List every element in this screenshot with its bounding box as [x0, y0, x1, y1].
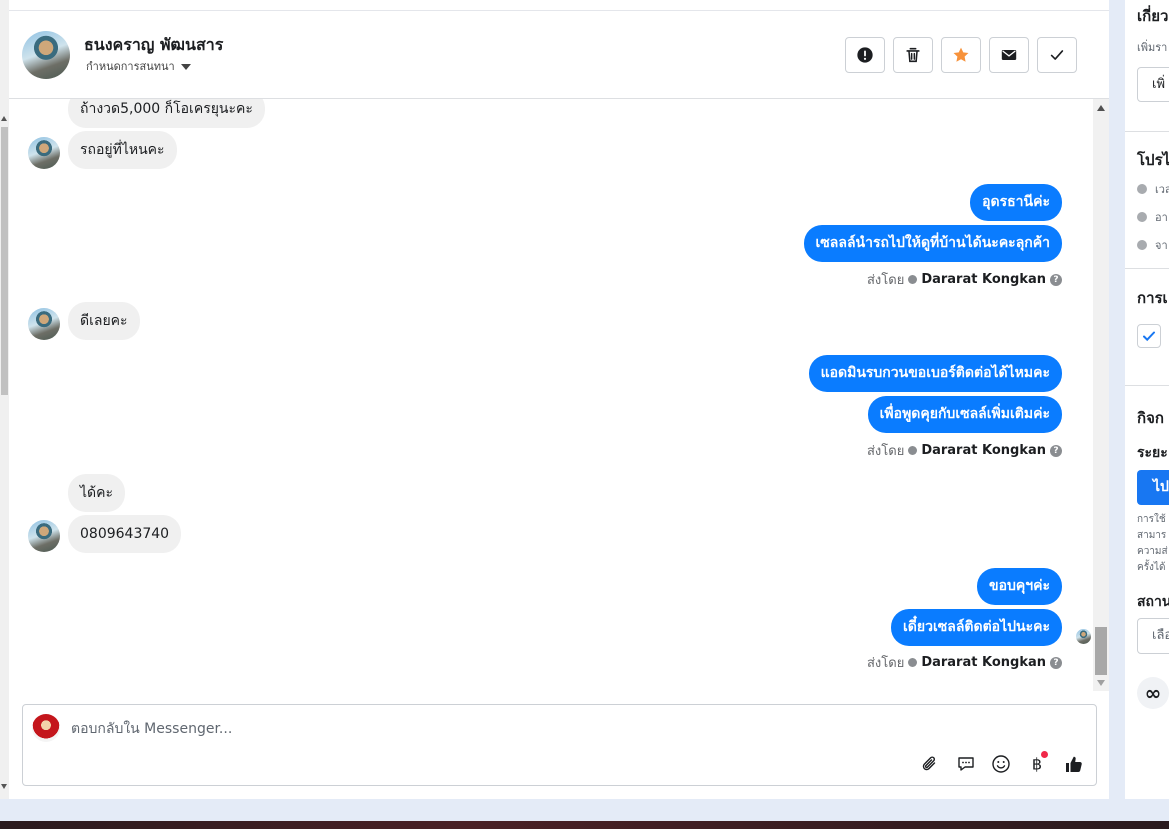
profile-row-label: เวล	[1155, 183, 1169, 196]
schedule-label: กำหนดการสนทนา	[86, 60, 175, 73]
sent-by-agent: Dararat Kongkan	[921, 443, 1046, 458]
check-icon	[1143, 331, 1155, 342]
incoming-message: ได้คะ	[68, 474, 126, 512]
help-icon[interactable]: ?	[1050, 444, 1062, 457]
star-icon	[953, 47, 969, 62]
agent-status-icon	[908, 658, 918, 667]
help-icon[interactable]: ?	[1050, 273, 1062, 286]
status-select[interactable]: เลือ	[1137, 618, 1169, 654]
divider	[1125, 385, 1169, 386]
page-scroll-thumb[interactable]	[1, 127, 8, 395]
conversation-panel: ธนงคราญ พัฒนสาร กำหนดการสนทนา ถ้างวด5,00…	[9, 0, 1109, 799]
taskbar	[0, 821, 1169, 829]
profile-row-label: อา	[1155, 211, 1168, 224]
done-button[interactable]	[1037, 37, 1077, 73]
about-heading: เกี่ยว	[1137, 7, 1169, 25]
add-about-button[interactable]: เพิ่	[1137, 67, 1169, 102]
emoji-icon	[992, 755, 1010, 773]
location-pin-icon	[1137, 240, 1147, 250]
contact-avatar[interactable]	[22, 31, 70, 79]
clock-icon	[1137, 184, 1147, 194]
thumbs-up-icon	[1066, 756, 1082, 772]
sent-by-label: ส่งโดย	[866, 444, 905, 459]
contact-avatar-small	[28, 308, 60, 340]
go-button[interactable]: ไป	[1137, 470, 1169, 505]
thread-scroll-down-arrow[interactable]	[1097, 680, 1105, 686]
outgoing-message: เซลลล์นำรถไปให้ดูที่บ้านได้นะคะลุกค้า	[803, 225, 1062, 262]
contact-avatar-small	[28, 520, 60, 552]
message-thread[interactable]: ถ้างวด5,000 ก็โอเครยุนะคะ รถอยู่ที่ไหนคะ…	[9, 99, 1093, 691]
tasks-description: การใช้ สามาร ความส่ ครั้งได้	[1137, 514, 1168, 573]
mark-unread-button[interactable]	[989, 37, 1029, 73]
star-button[interactable]	[941, 37, 981, 73]
contact-name[interactable]: ธนงคราญ พัฒนสาร	[84, 33, 223, 58]
divider	[1125, 268, 1169, 269]
profile-row-origin: จา	[1137, 236, 1168, 254]
paperclip-icon	[922, 756, 936, 771]
outgoing-message: เดี๋ยวเซลล์ติดต่อไปนะคะ	[891, 609, 1062, 646]
sent-by-agent: Dararat Kongkan	[921, 272, 1046, 287]
thread-scrollbar[interactable]	[1093, 99, 1109, 691]
saved-reply-icon	[958, 757, 974, 771]
activity-heading: การเ	[1137, 289, 1168, 307]
page-scrollbar[interactable]	[0, 0, 9, 799]
period-label: ระยะ	[1137, 445, 1168, 461]
agent-status-icon	[908, 446, 918, 455]
tasks-heading: กิจก	[1137, 409, 1164, 427]
contact-details-panel: เกี่ยว เพิ่มรา เพิ่ โปรไ เวล อา จา การเ …	[1125, 0, 1169, 799]
seen-avatar	[1076, 629, 1091, 644]
outgoing-message: เพื่อพูดคุยกับเซลล์เพิ่มเติมค่ะ	[867, 396, 1062, 433]
sent-by-label: ส่งโดย	[866, 656, 905, 671]
sent-by-label: ส่งโดย	[866, 273, 905, 288]
sent-by-agent: Dararat Kongkan	[921, 655, 1046, 670]
attach-button[interactable]	[919, 753, 941, 775]
incoming-message: รถอยู่ที่ไหนคะ	[68, 131, 177, 169]
outgoing-message: ขอบคุฯค่ะ	[977, 568, 1062, 605]
profile-row-location: อา	[1137, 208, 1168, 226]
status-heading: สถาน	[1137, 594, 1169, 610]
envelope-icon	[1001, 50, 1017, 60]
sent-by-info: ส่งโดย Dararat Kongkan ?	[867, 440, 1062, 461]
divider	[1125, 131, 1169, 132]
emoji-button[interactable]	[990, 753, 1012, 775]
trash-icon	[906, 47, 920, 63]
meta-logo-icon[interactable]: ∞	[1137, 677, 1169, 709]
agent-status-icon	[908, 275, 918, 284]
conversation-schedule-dropdown[interactable]: กำหนดการสนทนา	[86, 57, 191, 75]
page-scroll-down-arrow[interactable]	[1, 784, 7, 789]
check-icon	[1050, 50, 1064, 60]
sent-by-info: ส่งโดย Dararat Kongkan ?	[867, 269, 1062, 290]
report-button[interactable]	[845, 37, 885, 73]
profile-row-time: เวล	[1137, 180, 1169, 198]
svg-text:฿: ฿	[1032, 755, 1042, 774]
about-subtext: เพิ่มรา	[1137, 41, 1168, 54]
activity-checkbox[interactable]	[1137, 324, 1161, 348]
profile-row-label: จา	[1155, 239, 1168, 252]
help-icon[interactable]: ?	[1050, 656, 1062, 669]
page-scroll-up-arrow[interactable]	[1, 116, 7, 121]
location-pin-icon	[1137, 212, 1147, 222]
contact-avatar-small	[28, 137, 60, 169]
reply-input[interactable]	[71, 719, 971, 739]
like-button[interactable]	[1063, 753, 1085, 775]
thread-scroll-up-arrow[interactable]	[1097, 105, 1105, 111]
exclamation-icon	[857, 47, 873, 63]
profile-heading: โปรไ	[1137, 151, 1169, 169]
caret-down-icon	[180, 63, 191, 70]
conversation-header: ธนงคราญ พัฒนสาร กำหนดการสนทนา	[9, 10, 1109, 99]
incoming-message: 0809643740	[68, 515, 182, 553]
delete-button[interactable]	[893, 37, 933, 73]
saved-replies-button[interactable]	[955, 753, 977, 775]
incoming-message: ถ้างวด5,000 ก็โอเครยุนะคะ	[68, 99, 265, 128]
sent-by-info: ส่งโดย Dararat Kongkan ?	[867, 652, 1062, 673]
incoming-message: ดีเลยคะ	[68, 302, 140, 340]
outgoing-message: แอดมินรบกวนขอเบอร์ติดต่อได้ไหมคะ	[808, 355, 1062, 392]
thread-scroll-thumb[interactable]	[1095, 627, 1107, 675]
notification-dot	[1041, 751, 1048, 758]
reply-composer: ฿	[22, 704, 1097, 786]
payment-button[interactable]: ฿	[1026, 751, 1048, 775]
page-avatar	[32, 714, 60, 742]
outgoing-message: อุดรธานีค่ะ	[970, 184, 1062, 221]
